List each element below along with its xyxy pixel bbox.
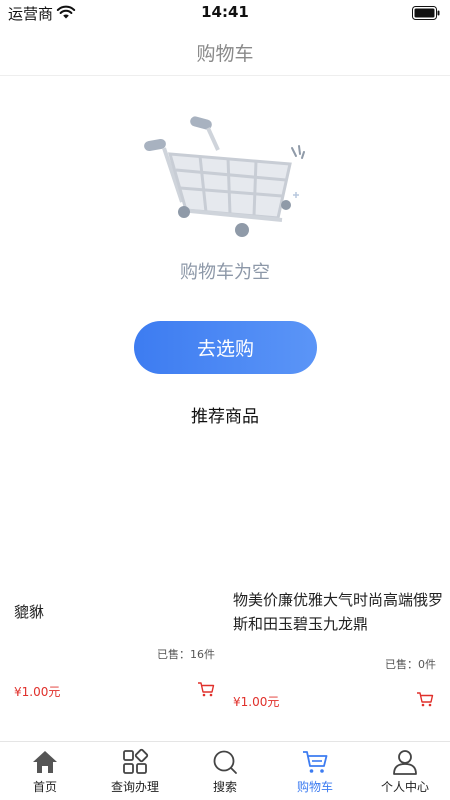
tab-cart[interactable]: 购物车	[270, 742, 360, 800]
tab-query[interactable]: 查询办理	[90, 742, 180, 800]
battery-icon	[412, 5, 440, 24]
empty-cart-message: 购物车为空	[180, 262, 270, 283]
nav-bar: 购物车	[0, 26, 450, 76]
cart-icon	[301, 748, 329, 776]
tab-profile[interactable]: 个人中心	[360, 742, 450, 800]
add-to-cart-icon[interactable]	[416, 691, 434, 707]
go-shopping-button[interactable]: 去选购	[134, 321, 317, 374]
home-icon	[31, 748, 59, 776]
tab-search[interactable]: 搜索	[180, 742, 270, 800]
recommend-title: 推荐商品	[191, 407, 259, 427]
status-bar: 运营商 14:41	[0, 0, 450, 26]
product-name: 貔貅	[14, 603, 45, 621]
product-card[interactable]: 物美价廉优雅大气时尚高端俄罗斯和田玉碧玉九龙鼎 已售：0件 ¥1.00元	[225, 588, 450, 718]
product-name: 物美价廉优雅大气时尚高端俄罗斯和田玉碧玉九龙鼎	[233, 591, 444, 633]
page-title: 购物车	[196, 43, 254, 65]
tab-label: 购物车	[296, 780, 333, 794]
empty-cart-illustration	[140, 110, 310, 244]
sold-count: 已售：16件	[157, 648, 215, 661]
tab-label: 查询办理	[110, 780, 159, 794]
add-to-cart-icon[interactable]	[197, 681, 215, 697]
search-icon	[211, 748, 239, 776]
tab-bar: 首页 查询办理 搜索 购物车 个人中心	[0, 741, 450, 800]
user-icon	[391, 748, 419, 776]
product-price: ¥1.00元	[233, 695, 280, 709]
tab-label: 搜索	[212, 780, 237, 794]
product-price: ¥1.00元	[14, 685, 61, 699]
tab-label: 首页	[32, 780, 57, 794]
tab-label: 个人中心	[380, 780, 429, 794]
sold-count: 已售：0件	[385, 658, 436, 671]
grid-icon	[121, 748, 149, 776]
clock: 14:41	[201, 3, 249, 21]
product-card[interactable]: 貔貅 已售：16件 ¥1.00元	[0, 590, 225, 720]
tab-home[interactable]: 首页	[0, 742, 90, 800]
